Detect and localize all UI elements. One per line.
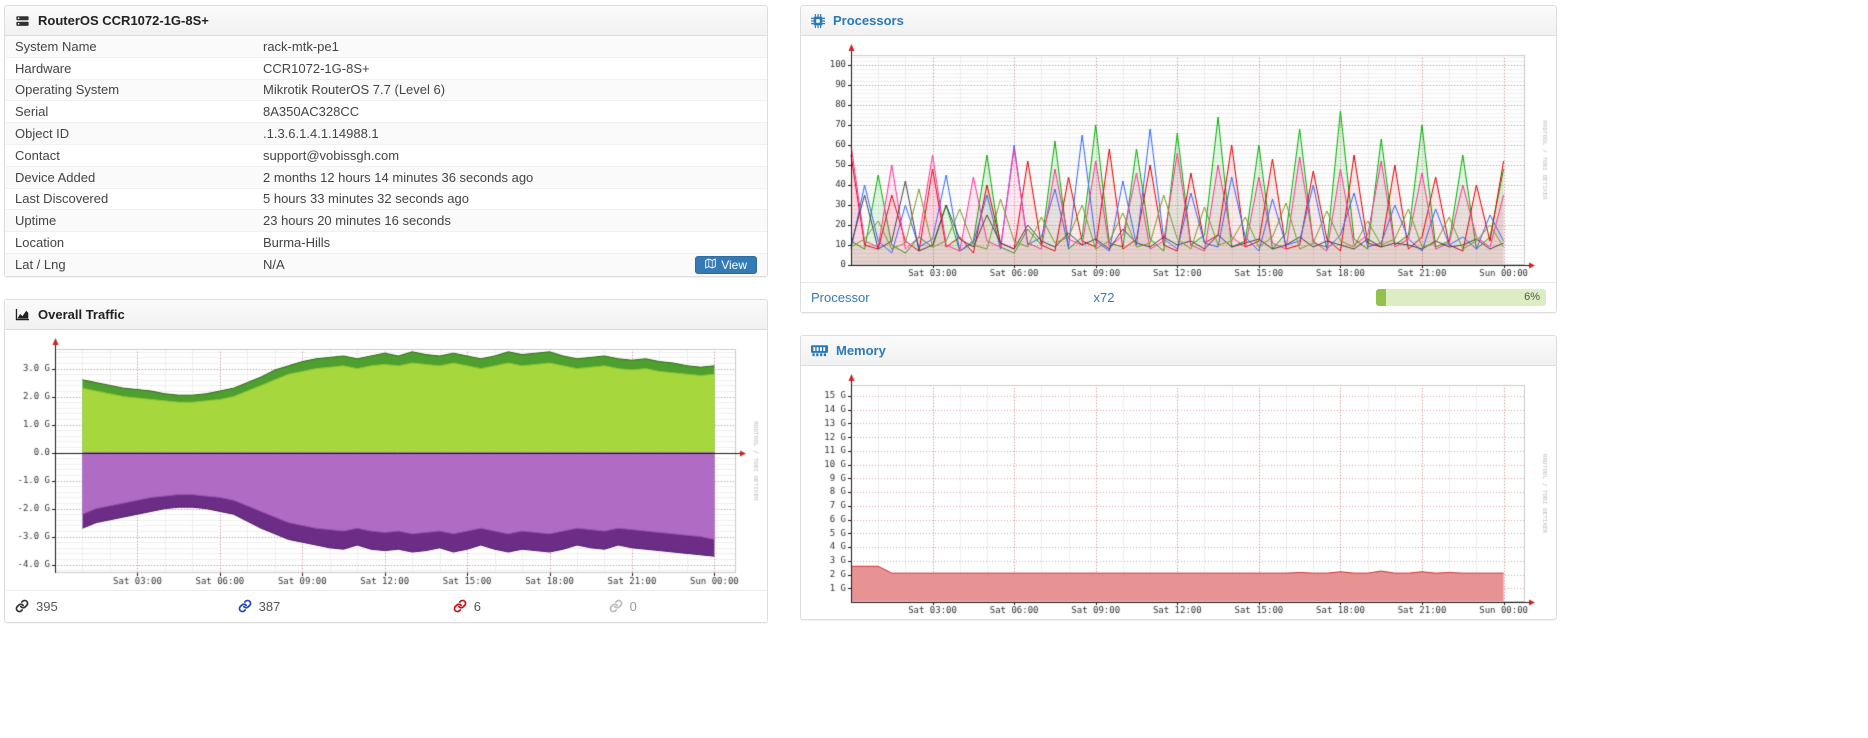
device-info-row: Object ID .1.3.6.1.4.1.14988.1 [5,123,767,145]
device-info-value: Burma-Hills [263,235,331,251]
device-info-value-cell: Burma-Hills [255,233,767,252]
device-info-value: CCR1072-1G-8S+ [263,60,370,76]
device-info-value-cell: .1.3.6.1.4.1.14988.1 [255,124,767,143]
area-chart-icon [15,308,30,321]
processors-graph[interactable] [805,42,1550,280]
device-info-label: Device Added [15,169,96,185]
map-icon [705,258,716,272]
device-info-value: 23 hours 20 minutes 16 seconds [263,213,451,229]
processor-usage-fill [1376,289,1387,306]
processors-panel-header: Processors [801,6,1556,36]
device-info-label: System Name [15,38,97,54]
device-info-value-cell: support@vobissgh.com [255,146,767,165]
view-location-button[interactable]: View [695,255,757,274]
port-count-total[interactable]: 395 [15,599,238,614]
device-info-row: Lat / Lng N/A View [5,253,767,276]
device-info-label: Hardware [15,60,72,76]
device-info-value: Mikrotik RouterOS 7.7 (Level 6) [263,82,446,98]
device-info-table: System Name rack-mtk-pe1 Hardware CCR1072-1… [5,36,767,276]
processors-panel: Processors Processor x72 6% [800,5,1557,313]
overall-traffic-graph[interactable] [9,335,761,588]
device-info-value-cell: N/A View [255,254,767,276]
device-info-value-cell: 5 hours 33 minutes 32 seconds ago [255,189,767,208]
device-info-row: Hardware CCR1072-1G-8S+ [5,58,767,80]
device-info-value-cell: rack-mtk-pe1 [255,37,767,56]
device-info-row: Location Burma-Hills [5,232,767,254]
device-info-value: support@vobissgh.com [263,147,400,163]
device-info-row: System Name rack-mtk-pe1 [5,36,767,58]
device-info-value-cell: 2 months 12 hours 14 minutes 36 seconds … [255,168,767,187]
left-column: RouterOS CCR1072-1G-8S+ System Name rack-… [4,5,768,645]
device-info-label: Lat / Lng [15,257,66,273]
processor-usage-bar: 6% [1376,289,1546,306]
memory-ram-icon [811,344,828,357]
traffic-panel-header: Overall Traffic [5,299,767,330]
router-icon [15,14,30,28]
traffic-panel-title: Overall Traffic [38,306,125,322]
device-info-value: 8A350AC328CC [263,104,360,120]
device-info-row: Contact support@vobissgh.com [5,145,767,167]
port-count-value: 0 [629,598,637,614]
device-info-row: Uptime 23 hours 20 minutes 16 seconds [5,210,767,233]
port-count-value: 395 [36,598,58,614]
port-count-down[interactable]: 6 [453,599,609,614]
device-info-label: Serial [15,104,49,120]
memory-chart-area [801,366,1556,619]
traffic-chart-area [5,330,767,590]
memory-panel-title: Memory [836,343,886,358]
device-info-row: Serial 8A350AC328CC [5,101,767,124]
device-info-row: Device Added 2 months 12 hours 14 minutes… [5,166,767,189]
processor-usage-percent: 6% [1524,291,1540,303]
device-info-label: Location [15,235,65,251]
device-info-label: Uptime [15,213,57,229]
device-info-value: 5 hours 33 minutes 32 seconds ago [263,191,469,207]
link-icon [453,599,467,613]
device-info-label: Object ID [15,126,70,142]
device-info-label: Contact [15,147,60,163]
device-panel-header: RouterOS CCR1072-1G-8S+ [5,6,767,36]
device-info-label: Operating System [15,82,120,98]
device-info-value-cell: 8A350AC328CC [255,102,767,121]
link-icon [15,599,29,613]
device-info-label: Last Discovered [15,191,109,207]
link-icon [609,599,623,613]
port-count-value: 387 [258,598,281,614]
processors-chart-area [801,36,1556,282]
device-info-row: Last Discovered 5 hours 33 minutes 32 sec… [5,189,767,211]
processors-panel-title: Processors [833,13,904,28]
device-info-value-cell: Mikrotik RouterOS 7.7 (Level 6) [255,80,767,99]
port-counts-row: 395 387 6 0 [5,589,767,622]
device-info-row: Operating System Mikrotik RouterOS 7.7 (L… [5,79,767,102]
port-count-value: 6 [473,598,481,614]
device-info-value-cell: 23 hours 20 minutes 16 seconds [255,211,767,230]
port-count-ignored[interactable]: 0 [609,599,757,614]
port-count-up[interactable]: 387 [238,599,453,614]
memory-panel: Memory [800,335,1557,620]
cpu-chip-icon [811,13,825,28]
overall-traffic-panel: Overall Traffic 395 387 6 0 [4,298,768,623]
processor-link[interactable]: Processor [811,290,1084,305]
device-info-value: 2 months 12 hours 14 minutes 36 seconds … [263,169,534,185]
processor-health-row: Processor x72 6% [801,282,1556,312]
memory-panel-header: Memory [801,336,1556,366]
link-icon [238,599,252,613]
device-overview-panel: RouterOS CCR1072-1G-8S+ System Name rack-… [4,5,768,277]
device-info-value: N/A [263,257,285,273]
right-column: Processors Processor x72 6% Memory [800,5,1557,642]
processor-count[interactable]: x72 [1094,290,1367,305]
device-info-value-cell: CCR1072-1G-8S+ [255,59,767,78]
device-info-value: .1.3.6.1.4.1.14988.1 [263,126,379,142]
device-info-value: rack-mtk-pe1 [263,38,339,54]
memory-graph[interactable] [805,372,1550,617]
device-panel-title: RouterOS CCR1072-1G-8S+ [38,13,209,28]
